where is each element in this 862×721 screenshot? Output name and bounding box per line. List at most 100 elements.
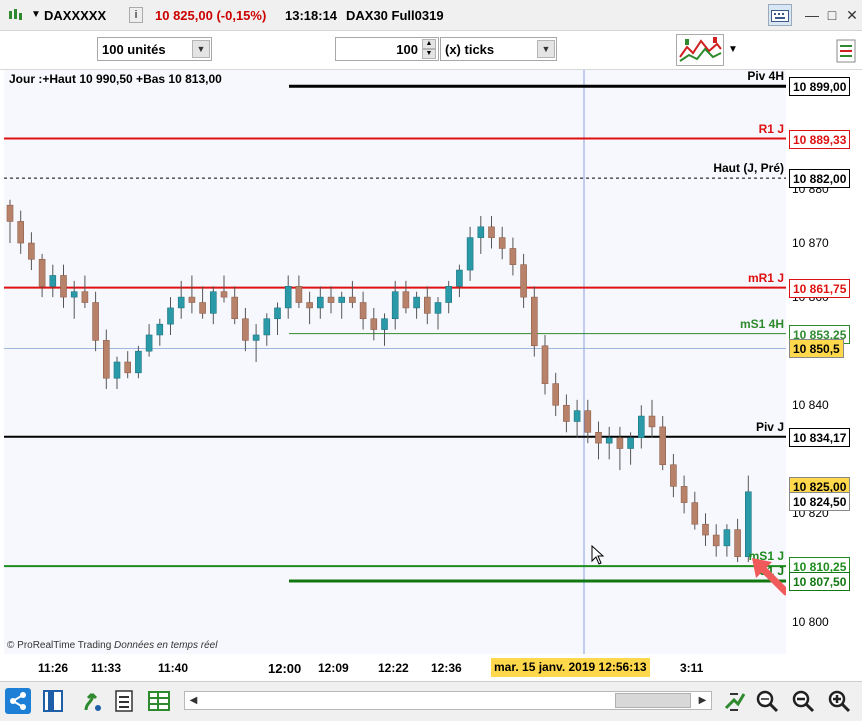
candle-body — [177, 296, 185, 309]
level-label: Piv J — [755, 419, 784, 434]
candle-body — [49, 275, 57, 287]
candle-body — [530, 296, 538, 347]
candle-body — [70, 291, 78, 298]
chevron-down-icon[interactable]: ▼ — [192, 40, 210, 58]
candle-body — [605, 437, 613, 444]
ticks-value: 100 — [396, 42, 418, 57]
candle-body — [637, 415, 645, 439]
candle-body — [92, 302, 99, 341]
units-value: 100 unités — [102, 42, 166, 57]
candle-body — [509, 248, 517, 265]
chevron-down-icon[interactable]: ▼ — [537, 40, 555, 58]
candle-body — [434, 302, 442, 314]
time-label: 12:36 — [431, 661, 462, 675]
scroll-right-icon[interactable]: ▶ — [694, 692, 711, 709]
time-label: 12:00 — [268, 661, 302, 676]
ticks-unit-select[interactable]: (x) ticks ▼ — [440, 37, 557, 61]
drawing-tools-icon[interactable] — [80, 688, 106, 714]
candle-body — [316, 296, 324, 309]
indicators-dropdown-icon[interactable]: ▼ — [728, 44, 738, 55]
scrollbar-thumb[interactable] — [615, 693, 691, 708]
zoom-fit-icon[interactable] — [754, 688, 780, 714]
zoom-in-icon[interactable] — [826, 688, 852, 714]
ticks-stepper[interactable]: 100 ▲ ▼ — [335, 37, 439, 61]
time-label: 12:22 — [378, 661, 409, 675]
time-label: 11:33 — [91, 661, 122, 675]
indicators-icon — [679, 37, 722, 62]
close-icon[interactable]: ✕ — [840, 4, 862, 26]
candle-body — [17, 221, 24, 244]
instrument-dropdown-icon[interactable]: ▼ — [31, 9, 41, 20]
candle-body — [744, 491, 752, 557]
chart-canvas[interactable] — [4, 70, 786, 654]
candle-body — [274, 307, 281, 320]
candle-body — [81, 291, 89, 303]
price-scale[interactable]: 10 88010 87010 86010 84010 82010 800 10 … — [786, 70, 862, 654]
time-label: 11:26 — [38, 661, 69, 675]
scale-tick-label: 10 840 — [792, 398, 829, 413]
properties-icon[interactable] — [834, 36, 860, 66]
autoscale-icon[interactable] — [722, 688, 748, 714]
time-label: 11:40 — [158, 661, 189, 675]
layout-icon[interactable] — [40, 688, 66, 714]
time-label: 12:09 — [318, 661, 349, 675]
indicators-button[interactable] — [676, 34, 724, 66]
ticks-unit-label: (x) ticks — [445, 42, 495, 57]
candle-body — [370, 318, 378, 330]
candle-body — [359, 302, 367, 320]
candle-body — [520, 264, 527, 298]
candle-body — [456, 269, 463, 287]
candle-body — [670, 464, 677, 487]
stepper-up-icon[interactable]: ▲ — [422, 39, 436, 49]
level-price-box: 10 861,75 — [789, 278, 851, 298]
horizontal-scrollbar[interactable]: ◀ ▶ — [184, 691, 712, 710]
level-price-box: 10 889,33 — [789, 129, 851, 149]
candle-body — [124, 361, 131, 374]
candle-body — [584, 410, 592, 433]
candle-body — [402, 291, 410, 309]
time-axis[interactable]: 11:26 11:33 11:40 12:00 12:09 12:22 12:3… — [0, 654, 862, 681]
candle-body — [702, 523, 709, 536]
orders-list-icon[interactable] — [112, 688, 138, 714]
candle-body — [691, 502, 699, 525]
title-bar: ▼ DAXXXXX i 10 825,00 (-0,15%) 13:18:14 … — [0, 0, 862, 31]
level-price-box: 10 882,00 — [789, 169, 851, 189]
candle-body — [477, 226, 485, 238]
level-label: mR1 J — [747, 270, 784, 285]
candle-body — [103, 340, 110, 379]
stepper-down-icon[interactable]: ▼ — [422, 49, 436, 59]
zoom-out-icon[interactable] — [790, 688, 816, 714]
keyboard-icon[interactable] — [768, 4, 792, 26]
candle-body — [595, 431, 602, 444]
candle-body — [38, 258, 46, 287]
candle-body — [295, 285, 303, 303]
candle-body — [327, 296, 335, 303]
chart-toolbar: 100 unités ▼ 100 ▲ ▼ (x) ticks ▼ ▼ — [0, 31, 862, 70]
level-price-box: 10 834,17 — [789, 427, 851, 447]
candle-body — [135, 350, 142, 374]
candle-body — [466, 237, 474, 271]
candle-body — [28, 242, 35, 260]
data-source-label: © ProRealTime Trading Données en temps r… — [7, 640, 217, 651]
last-price-change: 10 825,00 (-0,15%) — [155, 8, 267, 23]
candle-body — [381, 318, 388, 330]
instrument-name[interactable]: DAXXXXX — [44, 8, 106, 23]
table-icon[interactable] — [146, 688, 172, 714]
candle-body — [263, 318, 271, 336]
info-icon[interactable]: i — [129, 7, 143, 23]
price-chart[interactable]: Jour :+Haut 10 990,50 +Bas 10 813,00 Piv… — [4, 70, 786, 654]
candle-body — [231, 296, 238, 320]
candle-body — [541, 345, 549, 384]
candle-body — [488, 226, 495, 238]
share-icon[interactable] — [5, 688, 31, 714]
units-select[interactable]: 100 unités ▼ — [97, 37, 212, 61]
clock-time: 13:18:14 — [285, 8, 338, 23]
scroll-left-icon[interactable]: ◀ — [185, 692, 202, 709]
candle-body — [6, 204, 14, 222]
candle-body — [413, 296, 420, 309]
candle-body — [242, 318, 249, 341]
candle-body — [145, 334, 153, 352]
candle-body — [627, 437, 634, 449]
chart-type-icon[interactable] — [8, 8, 22, 22]
level-label: Haut (J, Pré) — [713, 161, 784, 176]
